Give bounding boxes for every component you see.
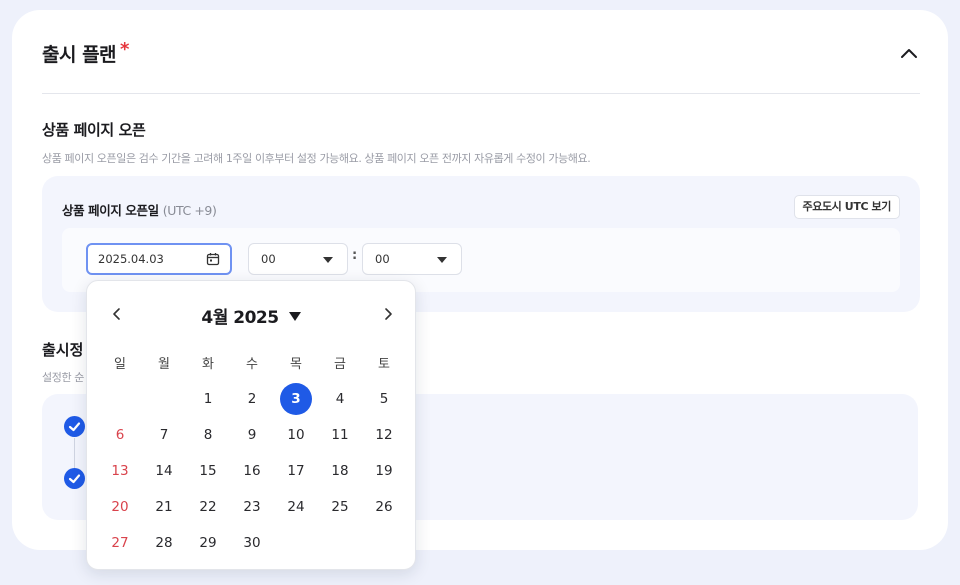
check-circle-icon	[64, 468, 85, 489]
calendar-month-title[interactable]: 4월 2025	[87, 303, 415, 328]
open-date-value: 2025.04.03	[98, 252, 164, 266]
chevron-right-icon[interactable]	[378, 304, 398, 324]
calendar-day[interactable]: 15	[192, 455, 224, 487]
required-mark: *	[120, 39, 130, 60]
calendar-day[interactable]: 18	[324, 455, 356, 487]
caret-down-icon	[288, 312, 301, 321]
calendar-day[interactable]: 12	[368, 419, 400, 451]
calendar-icon[interactable]	[206, 252, 220, 266]
chevron-up-icon[interactable]	[898, 42, 920, 64]
calendar-day[interactable]: 9	[236, 419, 268, 451]
calendar-day[interactable]: 19	[368, 455, 400, 487]
card-title: 출시 플랜	[42, 44, 117, 66]
caret-down-icon	[323, 257, 333, 263]
caret-down-icon	[437, 257, 447, 263]
calendar-day[interactable]: 27	[104, 527, 136, 559]
calendar-day[interactable]: 24	[280, 491, 312, 523]
calendar-day[interactable]: 6	[104, 419, 136, 451]
minute-value: 00	[375, 252, 390, 266]
view-utc-cities-button[interactable]: 주요도시 UTC 보기	[793, 195, 900, 219]
time-separator: :	[352, 248, 358, 263]
page-open-title: 상품 페이지 오픈	[42, 121, 146, 139]
hour-select[interactable]: 00	[248, 243, 348, 275]
calendar-day[interactable]: 29	[192, 527, 224, 559]
calendar-day[interactable]: 1	[192, 383, 224, 415]
check-circle-icon	[64, 416, 85, 437]
page-open-description: 상품 페이지 오픈일은 검수 기간을 고려해 1주일 이후부터 설정 가능해요.…	[42, 152, 591, 165]
weekday-label: 일	[114, 357, 126, 372]
calendar-day[interactable]: 16	[236, 455, 268, 487]
weekday-label: 수	[246, 357, 258, 372]
open-date-label: 상품 페이지 오픈일 (UTC +9)	[62, 200, 217, 219]
weekday-label: 목	[290, 357, 302, 372]
release-policy-title: 출시정	[42, 341, 84, 359]
calendar-day[interactable]: 23	[236, 491, 268, 523]
timezone-label: (UTC +9)	[162, 203, 217, 218]
calendar-day[interactable]: 8	[192, 419, 224, 451]
minute-select[interactable]: 00	[362, 243, 462, 275]
release-policy-description: 설정한 순	[42, 371, 84, 384]
calendar-day[interactable]: 30	[236, 527, 268, 559]
calendar-day[interactable]: 10	[280, 419, 312, 451]
weekday-label: 토	[378, 357, 390, 372]
weekday-label: 월	[158, 357, 170, 372]
date-picker-popup: 4월 2025 일월화수목금토 1 2 3 4 5 6 7 8 9 10 11 12 13 14 15 16 1…	[86, 280, 416, 570]
month-year-label: 4월 2025	[201, 308, 279, 328]
card-header: 출시 플랜 *	[42, 39, 920, 94]
calendar-day[interactable]: 17	[280, 455, 312, 487]
step-connector	[74, 438, 75, 468]
calendar-day[interactable]: 13	[104, 455, 136, 487]
weekday-label: 화	[202, 357, 214, 372]
open-date-input[interactable]: 2025.04.03	[86, 243, 232, 275]
calendar-day[interactable]: 22	[192, 491, 224, 523]
calendar-day[interactable]: 21	[148, 491, 180, 523]
calendar-day[interactable]: 4	[324, 383, 356, 415]
calendar-day[interactable]: 14	[148, 455, 180, 487]
calendar-day[interactable]: 2	[236, 383, 268, 415]
calendar-day[interactable]: 7	[148, 419, 180, 451]
calendar-day[interactable]: 5	[368, 383, 400, 415]
calendar-day[interactable]: 28	[148, 527, 180, 559]
calendar-day[interactable]: 25	[324, 491, 356, 523]
weekday-label: 금	[334, 357, 346, 372]
calendar-day-selected[interactable]: 3	[280, 383, 312, 415]
hour-value: 00	[261, 252, 276, 266]
open-date-label-text: 상품 페이지 오픈일	[62, 203, 159, 218]
calendar-day[interactable]: 20	[104, 491, 136, 523]
calendar-day[interactable]: 11	[324, 419, 356, 451]
calendar-day[interactable]: 26	[368, 491, 400, 523]
